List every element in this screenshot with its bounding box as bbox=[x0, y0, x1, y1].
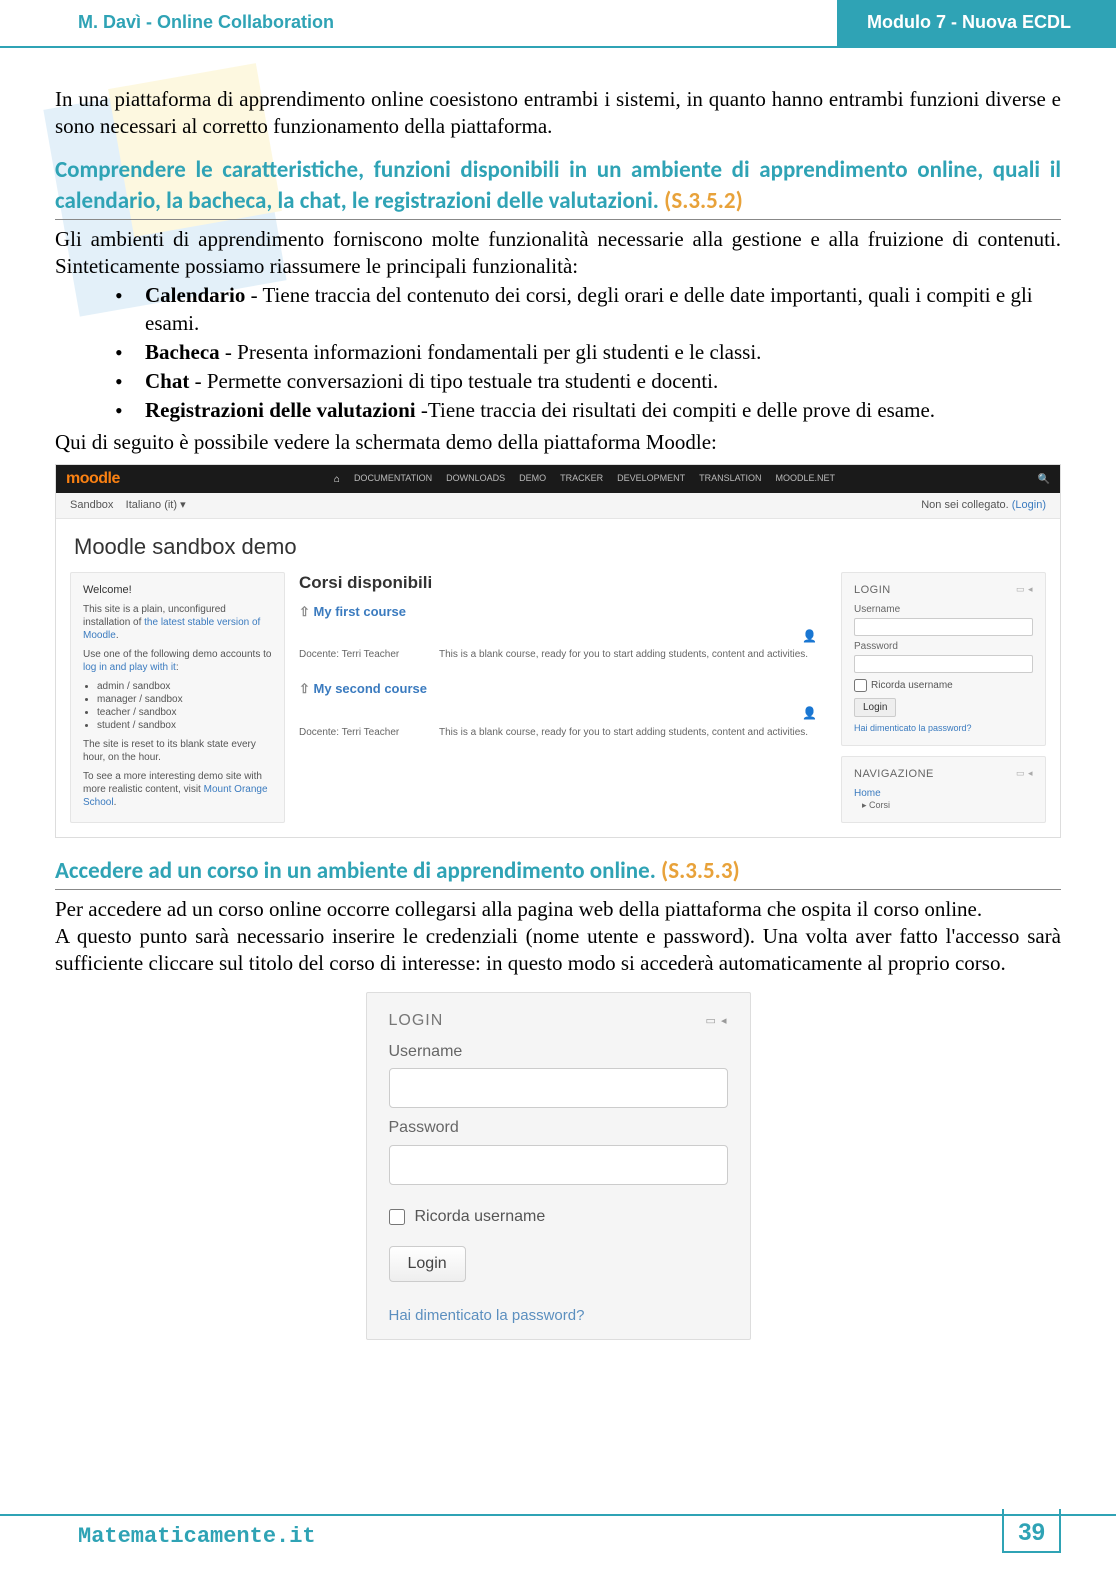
course-item: ⇧ My first course 👤 Docente: Terri Teach… bbox=[299, 604, 827, 661]
list-item: Chat - Permette conversazioni di tipo te… bbox=[115, 368, 1061, 395]
login-fig-title: LOGIN bbox=[389, 1011, 444, 1032]
block-controls-icon[interactable]: ▭ ◂ bbox=[1016, 584, 1033, 596]
navigation-block: NAVIGAZIONE ▭ ◂ Home ▸ Corsi bbox=[841, 756, 1046, 823]
course-desc: This is a blank course, ready for you to… bbox=[439, 726, 827, 739]
header-module: Modulo 7 - Nuova ECDL bbox=[837, 0, 1116, 46]
moodle-logo: moodle bbox=[66, 469, 320, 490]
list-item: Registrazioni delle valutazioni -Tiene t… bbox=[115, 397, 1061, 424]
welcome-block: Welcome! This site is a plain, unconfigu… bbox=[70, 572, 285, 823]
section-heading-2: Accedere ad un corso in un ambiente di a… bbox=[55, 856, 1061, 890]
demo-account: student / sandbox bbox=[97, 719, 272, 732]
password-input[interactable] bbox=[854, 655, 1033, 673]
course-item: ⇧ My second course 👤 Docente: Terri Teac… bbox=[299, 681, 827, 738]
moodle-breadcrumb-bar: Sandbox Italiano (it) ▾ Non sei collegat… bbox=[56, 493, 1060, 519]
username-input[interactable] bbox=[389, 1068, 728, 1108]
nav-courses-link[interactable]: ▸ Corsi bbox=[854, 800, 1033, 812]
course-teacher: Docente: Terri Teacher bbox=[299, 726, 439, 739]
login-block-small: LOGIN▭ ◂ Username Password Ricorda usern… bbox=[841, 572, 1046, 746]
username-input[interactable] bbox=[854, 618, 1033, 636]
intro-paragraph: In una piattaforma di apprendimento onli… bbox=[55, 86, 1061, 141]
feature-list: Calendario - Tiene traccia del contenuto… bbox=[55, 282, 1061, 424]
course-desc: This is a blank course, ready for you to… bbox=[439, 648, 827, 661]
course-teacher: Docente: Terri Teacher bbox=[299, 648, 439, 661]
remember-checkbox[interactable] bbox=[389, 1209, 405, 1225]
language-selector[interactable]: Italiano (it) ▾ bbox=[126, 499, 186, 511]
list-item: Calendario - Tiene traccia del contenuto… bbox=[115, 282, 1061, 337]
user-icon: 👤 bbox=[299, 706, 827, 722]
home-icon[interactable]: ⌂ bbox=[334, 473, 340, 486]
page-footer: Matematicamente.it 39 bbox=[0, 1514, 1116, 1549]
user-icon: 👤 bbox=[299, 629, 827, 645]
moodle-screenshot: moodle ⌂ DOCUMENTATION DOWNLOADS DEMO TR… bbox=[55, 464, 1061, 838]
footer-site: Matematicamente.it bbox=[0, 1524, 1116, 1549]
moodle-page-title: Moodle sandbox demo bbox=[56, 519, 1060, 572]
nav-item[interactable]: DOCUMENTATION bbox=[354, 473, 432, 485]
nav-item[interactable]: DEVELOPMENT bbox=[617, 473, 685, 485]
forgot-password-link[interactable]: Hai dimenticato la password? bbox=[389, 1306, 728, 1326]
remember-checkbox[interactable] bbox=[854, 679, 867, 692]
password-label: Password bbox=[854, 640, 1033, 653]
username-label: Username bbox=[389, 1042, 728, 1063]
section-heading-1: Comprendere le caratteristiche, funzioni… bbox=[55, 155, 1061, 220]
block-controls-icon[interactable]: ▭ ◂ bbox=[1016, 768, 1033, 780]
search-icon[interactable]: 🔍 bbox=[1038, 473, 1050, 486]
list-item: Bacheca - Presenta informazioni fondamen… bbox=[115, 339, 1061, 366]
nav-home-link[interactable]: Home bbox=[854, 787, 1033, 800]
section1-lead: Gli ambienti di apprendimento forniscono… bbox=[55, 226, 1061, 281]
nav-item[interactable]: MOODLE.NET bbox=[776, 473, 836, 485]
header-author: M. Davì - Online Collaboration bbox=[78, 12, 334, 33]
courses-heading: Corsi disponibili bbox=[299, 572, 827, 594]
username-label: Username bbox=[854, 603, 1033, 616]
demo-account: admin / sandbox bbox=[97, 680, 272, 693]
remember-label: Ricorda username bbox=[415, 1208, 546, 1225]
nav-block-title: NAVIGAZIONE bbox=[854, 767, 934, 781]
login-play-link[interactable]: log in and play with it bbox=[83, 662, 176, 673]
block-controls-icon[interactable]: ▭ ◂ bbox=[706, 1014, 728, 1028]
page-header: M. Davì - Online Collaboration Modulo 7 … bbox=[0, 0, 1116, 48]
password-input[interactable] bbox=[389, 1145, 728, 1185]
login-block-title: LOGIN bbox=[854, 583, 891, 597]
nav-item[interactable]: TRACKER bbox=[560, 473, 603, 485]
section-ref-1: (S.3.5.2) bbox=[664, 187, 743, 215]
section2-p1: Per accedere ad un corso online occorre … bbox=[55, 896, 1061, 923]
nav-item[interactable]: DEMO bbox=[519, 473, 546, 485]
password-label: Password bbox=[389, 1118, 728, 1139]
login-figure: LOGIN ▭ ◂ Username Password Ricorda usern… bbox=[366, 992, 751, 1341]
section1-outro: Qui di seguito è possibile vedere la sch… bbox=[55, 429, 1061, 456]
welcome-title: Welcome! bbox=[83, 583, 272, 597]
course-title-link[interactable]: ⇧ My first course bbox=[299, 604, 827, 621]
breadcrumb[interactable]: Sandbox bbox=[70, 499, 113, 511]
login-link[interactable]: (Login) bbox=[1012, 499, 1046, 511]
demo-account: teacher / sandbox bbox=[97, 706, 272, 719]
forgot-password-link[interactable]: Hai dimenticato la password? bbox=[854, 723, 1033, 735]
courses-block: Corsi disponibili ⇧ My first course 👤 Do… bbox=[299, 572, 827, 823]
course-title-link[interactable]: ⇧ My second course bbox=[299, 681, 827, 698]
page-number: 39 bbox=[1002, 1509, 1061, 1553]
nav-item[interactable]: DOWNLOADS bbox=[446, 473, 505, 485]
login-status: Non sei collegato. bbox=[921, 499, 1008, 511]
nav-item[interactable]: TRANSLATION bbox=[699, 473, 761, 485]
moodle-topbar: moodle ⌂ DOCUMENTATION DOWNLOADS DEMO TR… bbox=[56, 465, 1060, 493]
login-button[interactable]: Login bbox=[389, 1246, 466, 1282]
section-ref-2: (S.3.5.3) bbox=[661, 857, 740, 885]
demo-account: manager / sandbox bbox=[97, 693, 272, 706]
section2-p2: A questo punto sarà necessario inserire … bbox=[55, 923, 1061, 978]
login-button-small[interactable]: Login bbox=[854, 698, 896, 717]
